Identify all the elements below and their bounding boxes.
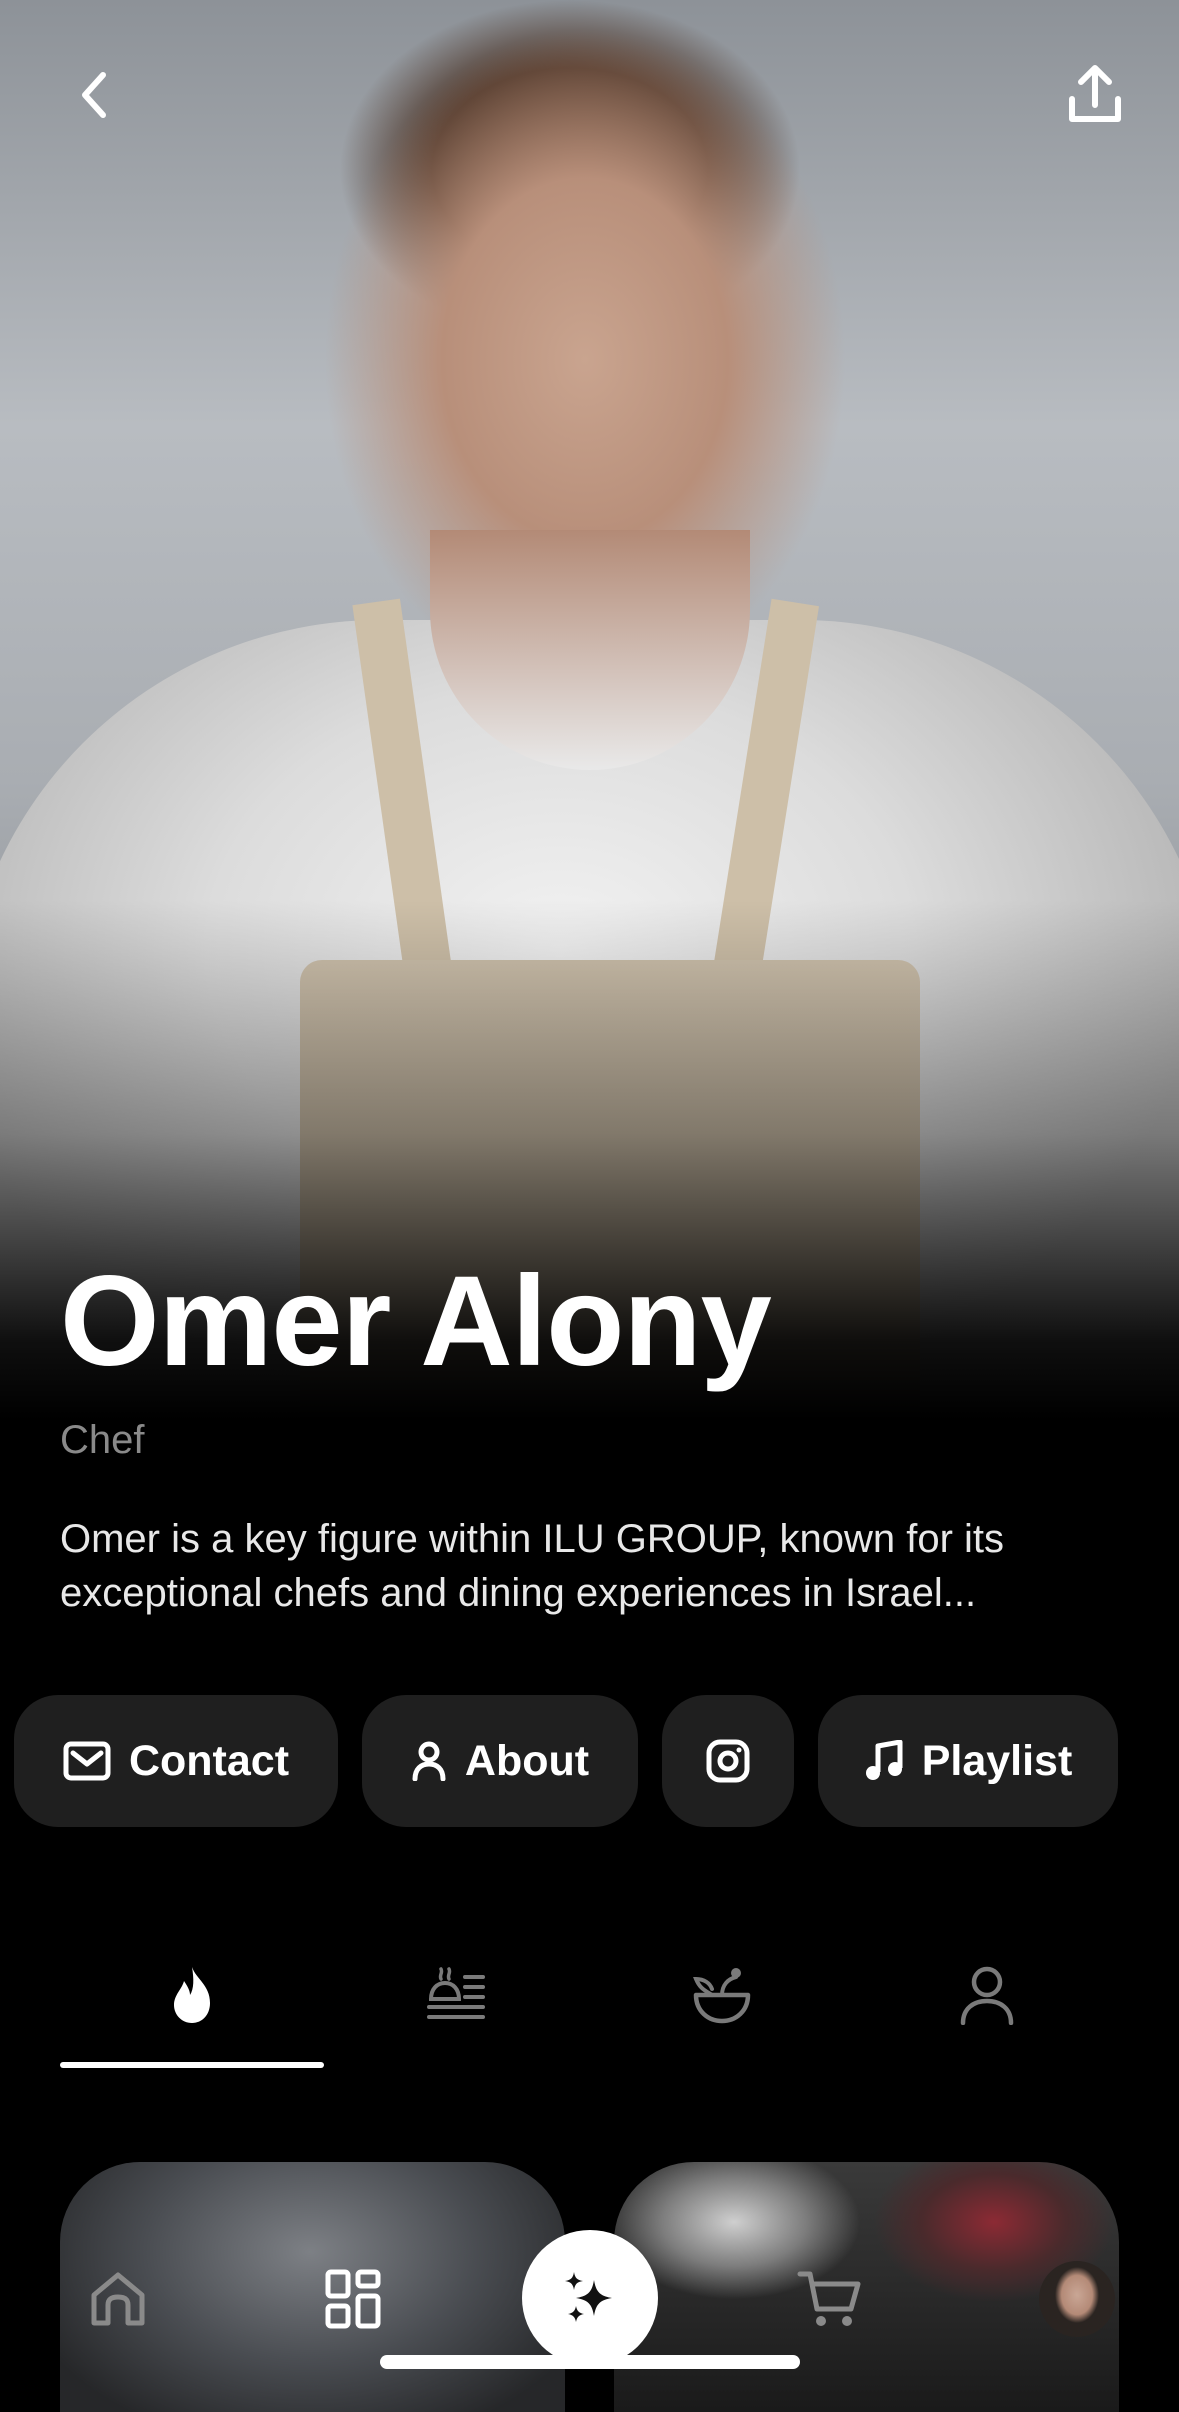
dish-list-icon: [427, 1967, 485, 2019]
nav-profile-avatar[interactable]: [1039, 2261, 1115, 2337]
playlist-label: Playlist: [921, 1736, 1073, 1785]
instagram-button[interactable]: [662, 1695, 794, 1827]
back-button[interactable]: [60, 60, 130, 130]
content-tabs: [60, 1940, 1120, 2070]
playlist-button[interactable]: Playlist: [818, 1695, 1118, 1827]
share-upload-icon: [1069, 65, 1121, 122]
cart-icon: [797, 2271, 861, 2326]
grid-icon: [325, 2269, 381, 2329]
nav-ai-sparkle[interactable]: [522, 2230, 658, 2366]
person-icon: [960, 1966, 1014, 2025]
profile-bio[interactable]: Omer is a key figure within ILU GROUP, k…: [60, 1512, 1140, 1620]
share-button[interactable]: [1060, 60, 1130, 130]
about-label: About: [464, 1736, 590, 1785]
active-tab-indicator: [60, 2062, 324, 2068]
contact-label: Contact: [128, 1736, 290, 1785]
profile-role: Chef: [60, 1418, 145, 1462]
chevron-left-icon: [82, 72, 106, 118]
contact-button[interactable]: Contact: [14, 1695, 338, 1827]
tab-team[interactable]: [855, 1940, 1119, 2050]
nav-cart[interactable]: [775, 2244, 885, 2354]
tab-dishes[interactable]: [590, 1940, 854, 2050]
sparkle-icon: [565, 2272, 612, 2322]
home-indicator: [380, 2355, 800, 2369]
nav-home[interactable]: [63, 2244, 173, 2354]
hero-photo: [0, 0, 1179, 1420]
bowl-sprout-icon: [693, 1968, 751, 2024]
flame-icon: [174, 1967, 210, 2023]
person-icon: [412, 1741, 446, 1781]
home-icon: [91, 2272, 145, 2326]
tab-highlights[interactable]: [60, 1940, 324, 2050]
about-button[interactable]: About: [362, 1695, 638, 1827]
instagram-icon: [706, 1739, 750, 1783]
music-note-icon: [865, 1740, 903, 1780]
bottom-nav: [0, 2230, 1179, 2396]
nav-grid[interactable]: [298, 2244, 408, 2354]
tab-menu[interactable]: [325, 1940, 589, 2050]
profile-name: Omer Alony: [60, 1250, 772, 1393]
mail-icon: [63, 1741, 111, 1781]
